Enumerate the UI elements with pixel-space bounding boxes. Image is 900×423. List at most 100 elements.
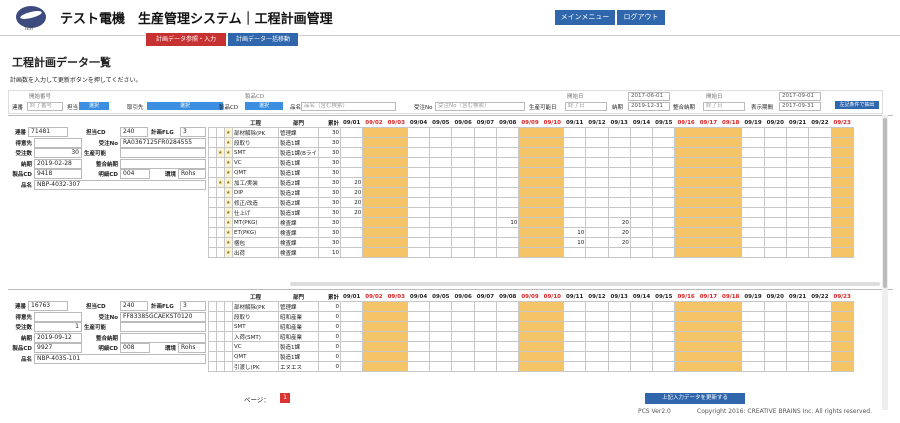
plan-cell[interactable] [339,167,364,178]
row-check-cell[interactable] [216,321,225,332]
plan-cell[interactable] [585,187,609,198]
row-star-cell[interactable] [224,351,233,362]
plan-cell[interactable] [339,331,364,342]
plan-cell[interactable] [496,177,520,188]
plan-cell[interactable] [406,237,431,248]
plan-cell[interactable] [808,187,832,198]
plan-cell[interactable] [629,311,654,322]
plan-cell[interactable] [830,361,854,372]
plan-cell[interactable] [763,341,787,352]
plan-cell[interactable] [607,361,631,372]
field-receive-no[interactable]: FF83385GCAEKST0120 [120,311,206,322]
plan-cell[interactable] [562,137,587,148]
plan-cell[interactable] [629,341,654,352]
logout-button[interactable]: ログアウト [617,10,665,25]
plan-cell[interactable] [384,247,408,258]
plan-cell[interactable] [696,351,721,362]
plan-cell[interactable] [674,237,698,248]
plan-cell[interactable] [674,217,698,228]
plan-cell[interactable] [652,237,676,248]
plan-cell[interactable] [562,247,587,258]
plan-cell[interactable] [719,227,743,238]
plan-cell[interactable] [629,237,654,248]
row-star-cell[interactable]: ★ [224,187,233,198]
field-customer[interactable] [34,311,82,322]
plan-cell[interactable] [629,351,654,362]
plan-cell[interactable] [473,331,498,342]
plan-cell[interactable] [652,157,676,168]
plan-cell[interactable] [808,217,832,228]
plan-cell[interactable] [696,237,721,248]
plan-cell[interactable] [585,157,609,168]
plan-cell[interactable] [362,351,386,362]
plan-cell[interactable] [763,177,787,188]
plan-cell[interactable] [496,301,520,312]
plan-cell[interactable] [518,127,542,138]
plan-cell[interactable] [473,147,498,158]
row-star-cell[interactable]: ★ [224,227,233,238]
plan-cell[interactable] [384,311,408,322]
row-star-cell[interactable]: ★ [224,127,233,138]
plan-cell[interactable] [518,187,542,198]
plan-cell[interactable] [629,301,654,312]
plan-cell[interactable]: 20 [339,197,364,208]
plan-cell[interactable] [429,331,453,342]
plan-cell[interactable] [607,331,631,342]
plan-cell[interactable] [652,137,676,148]
page-number-button[interactable]: 1 [280,393,290,403]
plan-cell[interactable] [741,127,765,138]
plan-cell[interactable] [362,321,386,332]
plan-cell[interactable] [719,167,743,178]
row-star-cell[interactable]: ★ [224,197,233,208]
plan-cell[interactable] [763,127,787,138]
plan-cell[interactable] [496,127,520,138]
plan-cell[interactable] [339,127,364,138]
plan-cell[interactable] [763,247,787,258]
tab-plan-entry[interactable]: 計画データ参照・入力 [146,33,226,46]
plan-cell[interactable] [473,237,498,248]
plan-cell[interactable] [518,147,542,158]
plan-cell[interactable] [540,351,564,362]
plan-cell[interactable] [429,207,453,218]
plan-cell[interactable] [629,177,654,188]
plan-cell[interactable] [339,321,364,332]
row-check-cell[interactable] [216,361,225,372]
plan-cell[interactable] [540,197,564,208]
field-env[interactable]: Rohs [178,343,206,353]
plan-cell[interactable] [607,321,631,332]
plan-cell[interactable] [451,311,475,322]
plan-cell[interactable] [629,227,654,238]
plan-cell[interactable] [719,341,743,352]
plan-cell[interactable] [629,321,654,332]
plan-cell[interactable] [362,197,386,208]
plan-cell[interactable] [696,301,721,312]
plan-cell[interactable] [473,157,498,168]
plan-cell[interactable] [785,167,810,178]
plan-cell[interactable] [830,321,854,332]
plan-cell[interactable] [741,311,765,322]
plan-cell[interactable] [719,247,743,258]
plan-cell[interactable] [384,331,408,342]
field-producible[interactable] [120,322,206,332]
plan-cell[interactable] [719,301,743,312]
plan-cell[interactable] [518,167,542,178]
plan-cell[interactable] [741,321,765,332]
field-detail-cd[interactable]: 004 [120,169,150,179]
plan-cell[interactable] [830,227,854,238]
plan-cell[interactable] [629,167,654,178]
plan-cell[interactable] [406,321,431,332]
plan-cell[interactable] [719,361,743,372]
plan-cell[interactable] [362,361,386,372]
plan-cell[interactable]: 20 [607,217,631,228]
plan-cell[interactable] [362,237,386,248]
plan-cell[interactable] [741,197,765,208]
plan-cell[interactable] [585,311,609,322]
plan-cell[interactable] [696,157,721,168]
plan-cell[interactable] [339,301,364,312]
plan-cell[interactable] [719,237,743,248]
plan-cell[interactable]: 10 [496,217,520,228]
plan-cell[interactable] [518,301,542,312]
plan-cell[interactable] [674,247,698,258]
plan-cell[interactable] [785,237,810,248]
plan-cell[interactable] [496,197,520,208]
